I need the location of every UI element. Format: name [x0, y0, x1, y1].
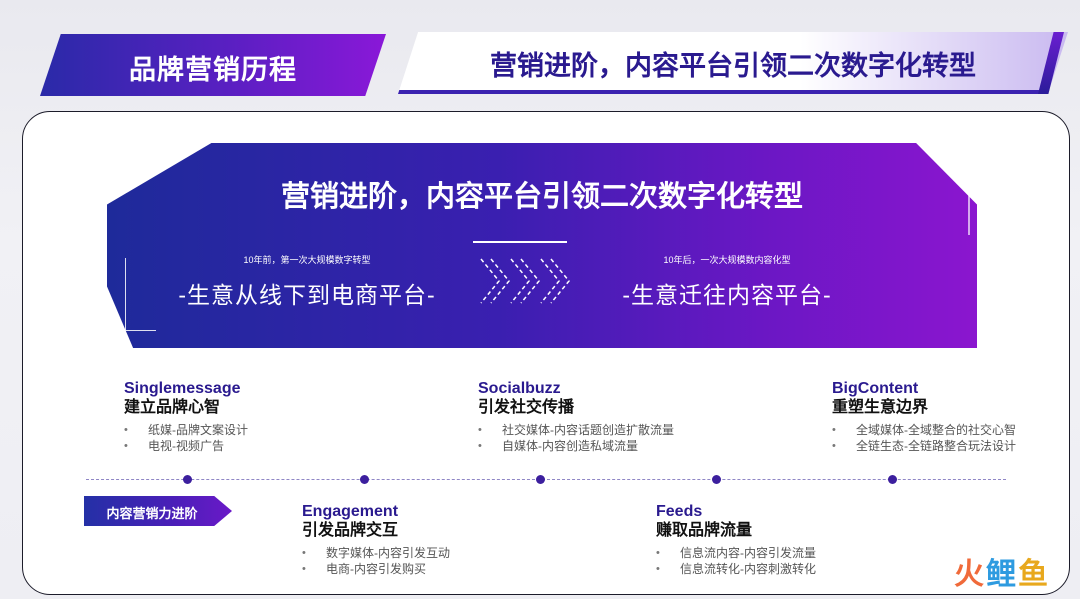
hero-right-caption: 10年后，一次大规模数内容化型: [663, 255, 791, 265]
stage-socialbuzz: Socialbuzz 引发社交传播 社交媒体-内容话题创造扩散流量 自媒体-内容…: [478, 380, 718, 454]
stage-title-zh: 建立品牌心智: [124, 399, 221, 416]
hero-edge-decoration: [940, 152, 970, 235]
timeline-dot: [360, 475, 369, 484]
stage-bullet: 信息流转化-内容刺激转化: [656, 561, 876, 577]
stage-bullet: 纸媒-品牌文案设计: [124, 422, 324, 438]
logo-char: 火: [954, 558, 986, 591]
timeline-dot: [536, 475, 545, 484]
stage-feeds: Feeds 赚取品牌流量 信息流内容-内容引发流量 信息流转化-内容刺激转化: [656, 503, 876, 577]
hero-separator: [473, 241, 567, 243]
tag-label: 内容营销力进阶: [106, 506, 198, 521]
stage-title-en: BigContent: [832, 380, 919, 397]
stage-title-en: Feeds: [656, 503, 703, 520]
stage-singlemessage: Singlemessage 建立品牌心智 纸媒-品牌文案设计 电视-视频广告: [124, 380, 324, 454]
logo-char: 鲤: [986, 558, 1018, 591]
stage-title-zh: 引发品牌交互: [302, 522, 399, 539]
timeline-dot: [712, 475, 721, 484]
timeline-dot: [888, 475, 897, 484]
content-marketing-tag: 内容营销力进阶: [84, 496, 232, 526]
chevrons-icon: [480, 258, 570, 304]
stage-bullet: 社交媒体-内容话题创造扩散流量: [478, 422, 718, 438]
stage-title-en: Singlemessage: [124, 380, 241, 397]
stage-title-en: Engagement: [302, 503, 399, 520]
stage-title-zh: 赚取品牌流量: [656, 522, 753, 539]
hero-left-text: -生意从线下到电商平台-: [178, 282, 436, 308]
stage-bullet: 电视-视频广告: [124, 438, 324, 454]
stage-bullet: 电商-内容引发购买: [302, 561, 522, 577]
stage-bullet: 信息流内容-内容引发流量: [656, 545, 876, 561]
stage-engagement: Engagement 引发品牌交互 数字媒体-内容引发互动 电商-内容引发购买: [302, 503, 522, 577]
timeline-dot: [183, 475, 192, 484]
hero-corner-decoration: [125, 258, 156, 331]
stage-bullet: 全链生态-全链路整合玩法设计: [832, 438, 1052, 454]
stage-bullet: 数字媒体-内容引发互动: [302, 545, 522, 561]
hero-panel: 营销进阶，内容平台引领二次数字化转型 10年前，第一次大规模数字转型 -生意从线…: [107, 143, 977, 348]
stage-title-en: Socialbuzz: [478, 380, 561, 397]
stage-bullet: 自媒体-内容创造私域流量: [478, 438, 718, 454]
header-right-banner: 营销进阶，内容平台引领二次数字化转型: [398, 32, 1068, 94]
header-left-title: 品牌营销历程: [129, 55, 297, 85]
logo-char: 鱼: [1018, 558, 1050, 591]
hero-title: 营销进阶，内容平台引领二次数字化转型: [280, 181, 803, 213]
timeline-line: [86, 479, 1006, 480]
hero-left-caption: 10年前，第一次大规模数字转型: [243, 255, 371, 265]
stage-title-zh: 引发社交传播: [478, 399, 575, 416]
stage-bigcontent: BigContent 重塑生意边界 全域媒体-全域整合的社交心智 全链生态-全链…: [832, 380, 1052, 454]
header-left-banner: 品牌营销历程: [40, 34, 386, 96]
stage-bullet: 全域媒体-全域整合的社交心智: [832, 422, 1052, 438]
brand-logo: 火鲤鱼: [954, 549, 1050, 593]
header-right-title: 营销进阶，内容平台引领二次数字化转型: [490, 51, 976, 81]
stage-title-zh: 重塑生意边界: [832, 399, 929, 416]
hero-right-text: -生意迁往内容平台-: [622, 282, 832, 308]
